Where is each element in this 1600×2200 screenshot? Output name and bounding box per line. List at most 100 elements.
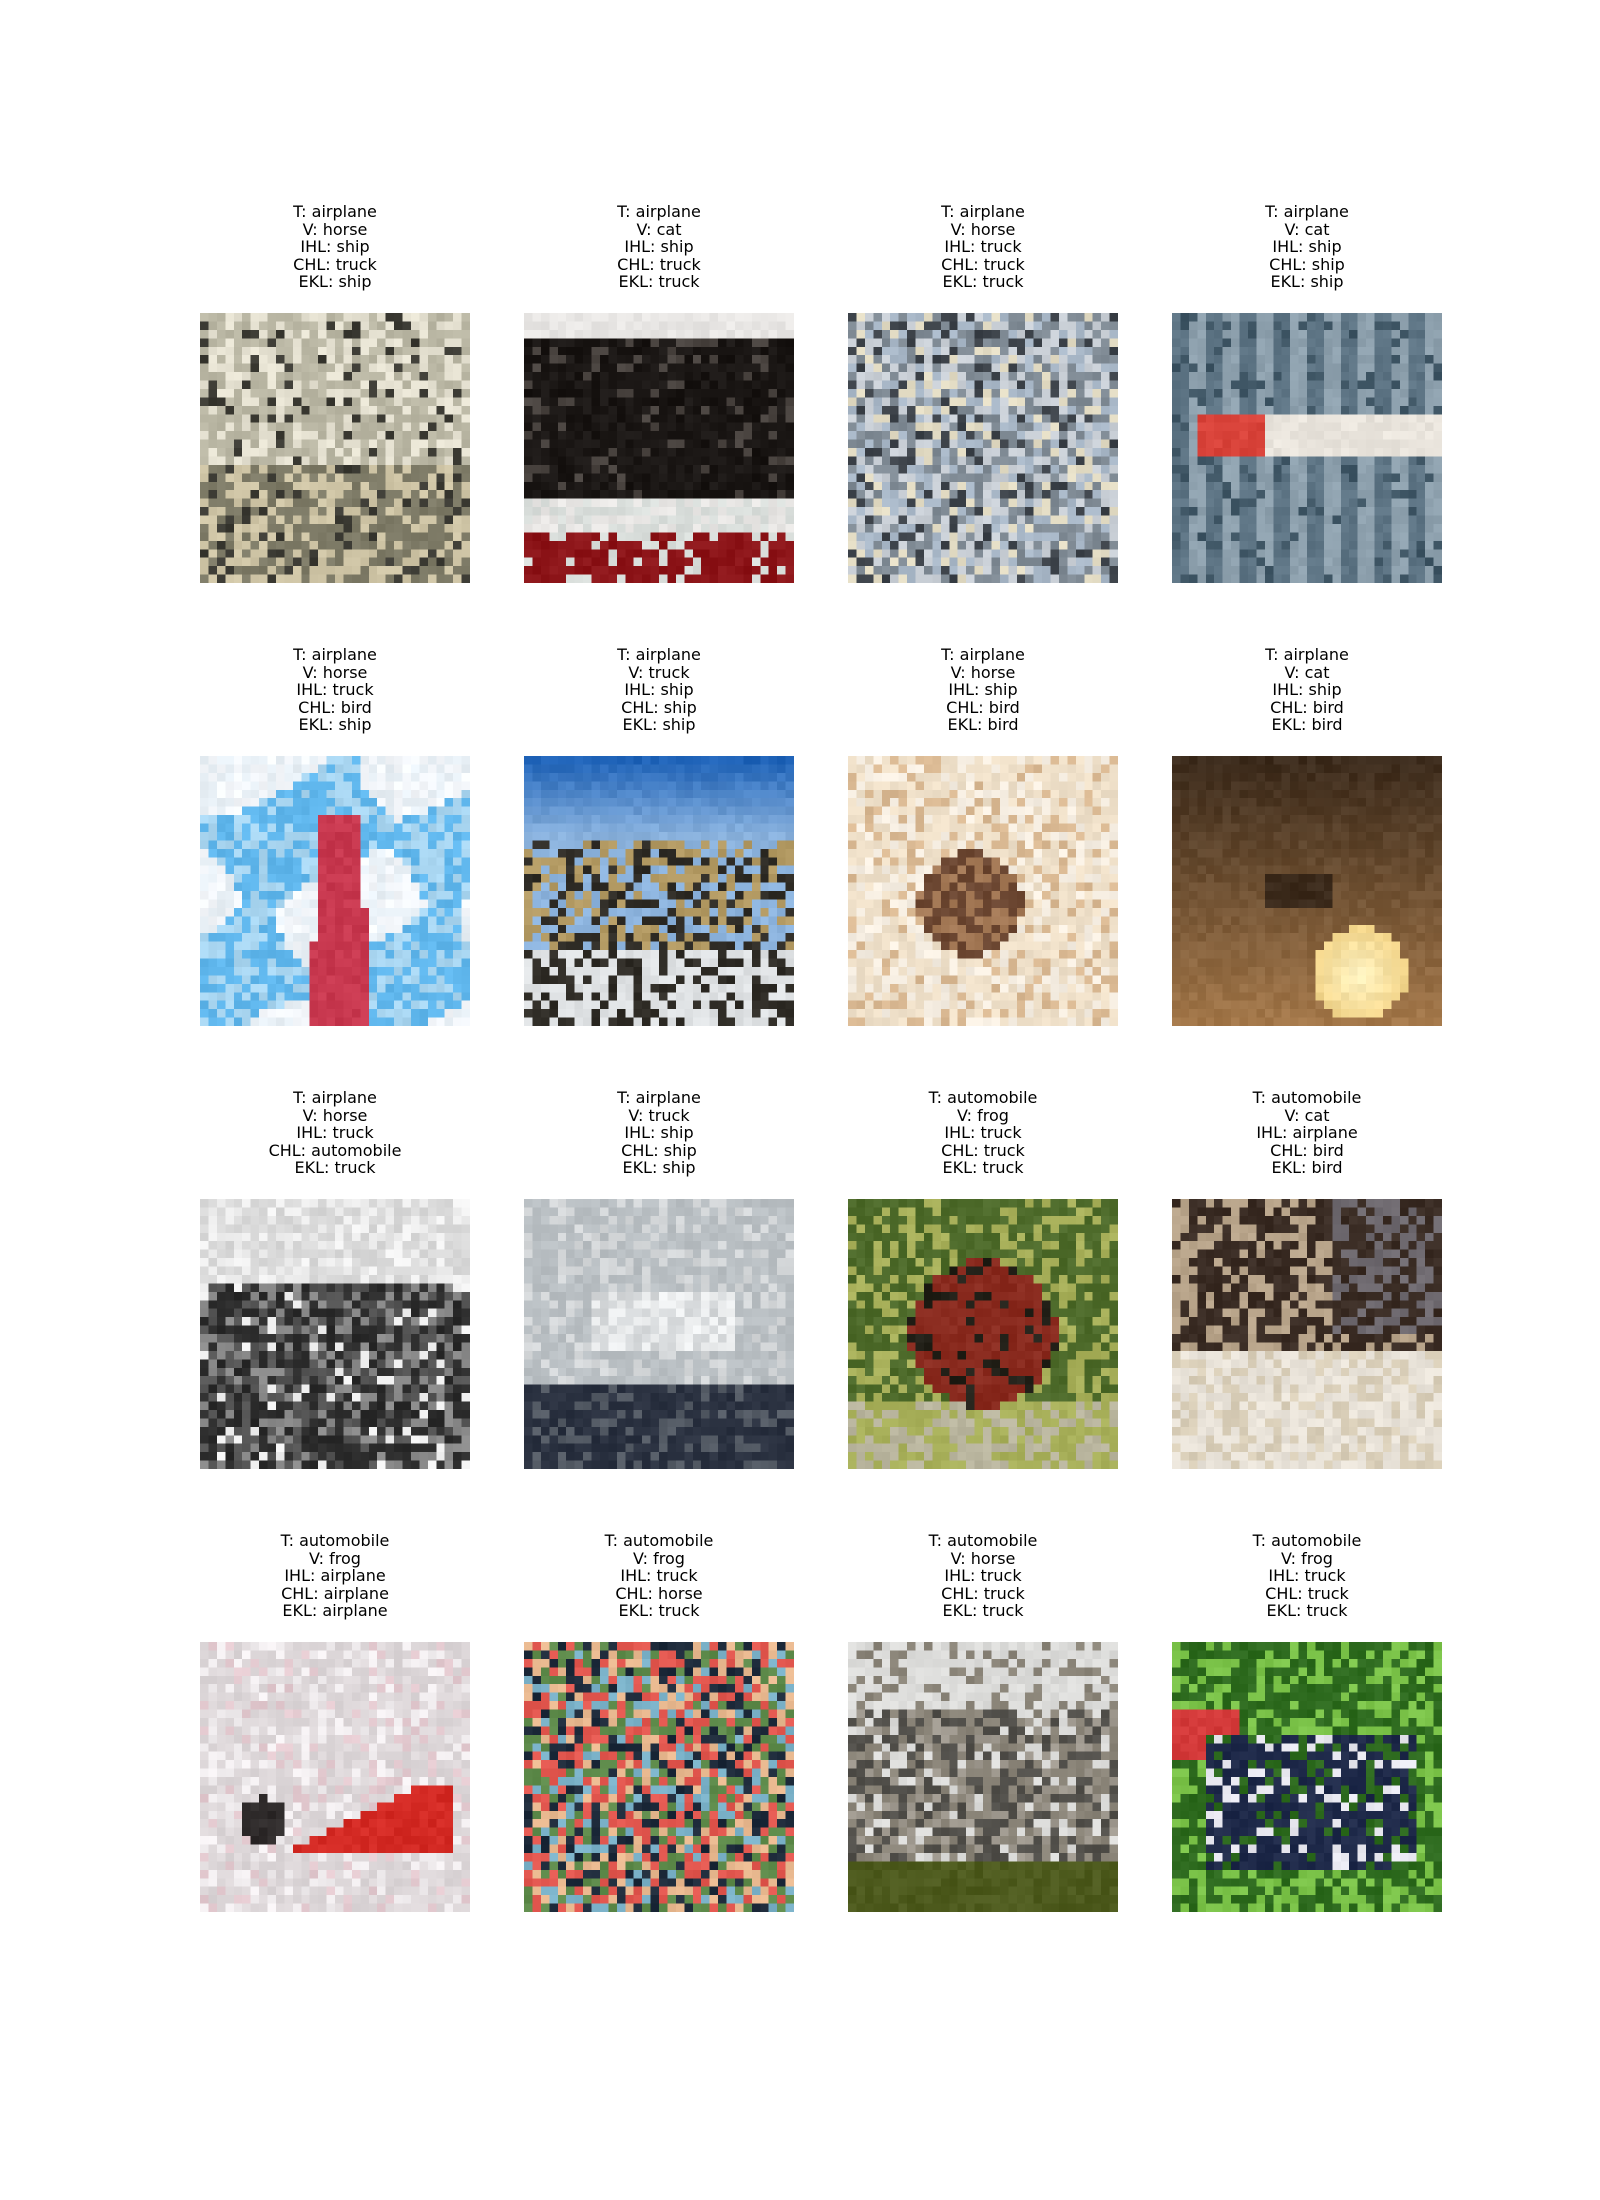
panel-caption: T: airplane V: cat IHL: ship CHL: ship E… bbox=[1172, 203, 1442, 299]
thumbnail-pixels bbox=[848, 313, 1118, 583]
thumbnail-image bbox=[1172, 1199, 1442, 1469]
true-label: T: airplane bbox=[617, 202, 701, 221]
v-label: V: cat bbox=[636, 219, 682, 239]
thumbnail-pixels bbox=[848, 756, 1118, 1026]
ekl-label: EKL: truck bbox=[618, 272, 700, 291]
thumbnail-pixels bbox=[200, 1199, 470, 1469]
thumbnail-pixels bbox=[200, 1642, 470, 1912]
chl-label: CHL: airplane bbox=[281, 1583, 389, 1603]
ihl-label: IHL: truck bbox=[296, 680, 374, 699]
true-label: T: automobile bbox=[928, 1088, 1038, 1107]
v-label: V: frog bbox=[309, 1548, 361, 1568]
panel-caption: T: airplane V: horse IHL: ship CHL: truc… bbox=[200, 203, 470, 299]
ihl-label: IHL: ship bbox=[624, 237, 694, 256]
v-label: V: horse bbox=[950, 662, 1016, 682]
ihl-label: IHL: truck bbox=[944, 1566, 1022, 1585]
v-label: V: truck bbox=[628, 1105, 690, 1125]
panel-caption: T: automobile V: frog IHL: truck CHL: tr… bbox=[1172, 1532, 1442, 1628]
ihl-label: IHL: ship bbox=[300, 237, 370, 256]
thumbnail-image bbox=[1172, 1642, 1442, 1912]
true-label: T: airplane bbox=[293, 202, 377, 221]
chl-label: CHL: truck bbox=[1265, 1583, 1349, 1603]
thumbnail-image bbox=[200, 313, 470, 583]
chl-label: CHL: truck bbox=[293, 254, 377, 274]
v-label: V: horse bbox=[950, 219, 1016, 239]
true-label: T: airplane bbox=[617, 645, 701, 664]
v-label: V: horse bbox=[302, 219, 368, 239]
thumbnail-pixels bbox=[524, 1199, 794, 1469]
panel-caption: T: automobile V: frog IHL: truck CHL: tr… bbox=[848, 1089, 1118, 1185]
ekl-label: EKL: truck bbox=[942, 272, 1024, 291]
thumbnail-image bbox=[1172, 756, 1442, 1026]
true-label: T: automobile bbox=[928, 1531, 1038, 1550]
v-label: V: cat bbox=[1284, 662, 1330, 682]
image-grid: T: airplane V: horse IHL: ship CHL: truc… bbox=[0, 0, 1600, 2200]
thumbnail-pixels bbox=[848, 1199, 1118, 1469]
thumbnail-pixels bbox=[200, 756, 470, 1026]
thumbnail-image bbox=[524, 313, 794, 583]
ekl-label: EKL: truck bbox=[618, 1601, 700, 1620]
true-label: T: automobile bbox=[1252, 1531, 1362, 1550]
thumbnail-image bbox=[200, 756, 470, 1026]
chl-label: CHL: automobile bbox=[268, 1140, 402, 1160]
ihl-label: IHL: airplane bbox=[284, 1566, 386, 1585]
panel-caption: T: airplane V: horse IHL: truck CHL: aut… bbox=[200, 1089, 470, 1185]
ekl-label: EKL: truck bbox=[294, 1158, 376, 1177]
ekl-label: EKL: truck bbox=[942, 1158, 1024, 1177]
true-label: T: airplane bbox=[1265, 645, 1349, 664]
panel-caption: T: airplane V: truck IHL: ship CHL: ship… bbox=[524, 646, 794, 742]
thumbnail-image bbox=[524, 756, 794, 1026]
thumbnail-image bbox=[200, 1199, 470, 1469]
chl-label: CHL: ship bbox=[621, 1140, 697, 1160]
v-label: V: cat bbox=[1284, 1105, 1330, 1125]
thumbnail-image bbox=[524, 1199, 794, 1469]
v-label: V: frog bbox=[957, 1105, 1009, 1125]
ekl-label: EKL: ship bbox=[298, 272, 372, 291]
true-label: T: automobile bbox=[280, 1531, 390, 1550]
thumbnail-pixels bbox=[848, 1642, 1118, 1912]
v-label: V: cat bbox=[1284, 219, 1330, 239]
chl-label: CHL: truck bbox=[941, 254, 1025, 274]
ihl-label: IHL: truck bbox=[944, 237, 1022, 256]
ihl-label: IHL: truck bbox=[620, 1566, 698, 1585]
panel-caption: T: automobile V: frog IHL: airplane CHL:… bbox=[200, 1532, 470, 1628]
thumbnail-pixels bbox=[1172, 756, 1442, 1026]
true-label: T: airplane bbox=[941, 645, 1025, 664]
v-label: V: frog bbox=[633, 1548, 685, 1568]
ekl-label: EKL: ship bbox=[622, 715, 696, 734]
ihl-label: IHL: truck bbox=[944, 1123, 1022, 1142]
panel-caption: T: automobile V: horse IHL: truck CHL: t… bbox=[848, 1532, 1118, 1628]
chl-label: CHL: ship bbox=[1269, 254, 1345, 274]
chl-label: CHL: bird bbox=[1270, 697, 1344, 717]
ihl-label: IHL: ship bbox=[1272, 680, 1342, 699]
ihl-label: IHL: ship bbox=[1272, 237, 1342, 256]
panel-caption: T: automobile V: cat IHL: airplane CHL: … bbox=[1172, 1089, 1442, 1185]
chl-label: CHL: ship bbox=[621, 697, 697, 717]
v-label: V: horse bbox=[302, 662, 368, 682]
ihl-label: IHL: ship bbox=[624, 1123, 694, 1142]
thumbnail-pixels bbox=[524, 313, 794, 583]
ekl-label: EKL: bird bbox=[1271, 1158, 1343, 1177]
ekl-label: EKL: bird bbox=[1271, 715, 1343, 734]
thumbnail-image bbox=[848, 1199, 1118, 1469]
thumbnail-pixels bbox=[1172, 313, 1442, 583]
chl-label: CHL: bird bbox=[946, 697, 1020, 717]
v-label: V: horse bbox=[950, 1548, 1016, 1568]
true-label: T: airplane bbox=[1265, 202, 1349, 221]
thumbnail-image bbox=[524, 1642, 794, 1912]
v-label: V: frog bbox=[1281, 1548, 1333, 1568]
thumbnail-image bbox=[1172, 313, 1442, 583]
true-label: T: automobile bbox=[604, 1531, 714, 1550]
true-label: T: automobile bbox=[1252, 1088, 1362, 1107]
ihl-label: IHL: ship bbox=[624, 680, 694, 699]
ihl-label: IHL: truck bbox=[1268, 1566, 1346, 1585]
ihl-label: IHL: truck bbox=[296, 1123, 374, 1142]
ekl-label: EKL: truck bbox=[942, 1601, 1024, 1620]
thumbnail-pixels bbox=[200, 313, 470, 583]
panel-caption: T: airplane V: cat IHL: ship CHL: bird E… bbox=[1172, 646, 1442, 742]
ekl-label: EKL: ship bbox=[298, 715, 372, 734]
panel-caption: T: airplane V: horse IHL: truck CHL: tru… bbox=[848, 203, 1118, 299]
true-label: T: airplane bbox=[941, 202, 1025, 221]
thumbnail-pixels bbox=[1172, 1199, 1442, 1469]
thumbnail-pixels bbox=[1172, 1642, 1442, 1912]
